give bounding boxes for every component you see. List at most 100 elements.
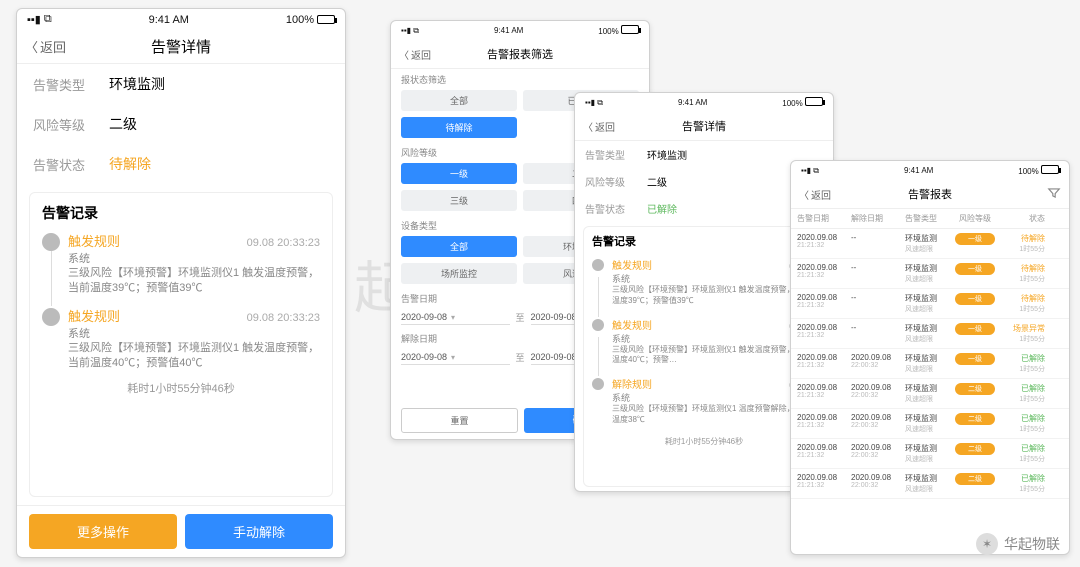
reset-button[interactable]: 重置	[401, 408, 518, 433]
th-status: 状态	[995, 213, 1045, 224]
risk-label: 风险等级	[33, 115, 97, 134]
rule-source: 系统	[612, 272, 816, 285]
rule-desc: 三级风险【环境预警】环境监测仪1 温度预警解除，当前温度38℃	[612, 404, 816, 426]
page-title: 告警报表	[908, 186, 952, 202]
table-row[interactable]: 2020.09.0821:21:32--环境监测风速超限一级场景异常1时55分	[791, 319, 1069, 349]
date-text: 2020-09-08	[401, 352, 447, 362]
record-item[interactable]: 解除规则09.08 2系统三级风险【环境预警】环境监测仪1 温度预警解除，当前温…	[592, 376, 816, 426]
manual-resolve-button[interactable]: 手动解除	[185, 514, 333, 549]
status-bar: ▪▪▮ ⧉9:41 AM100%	[391, 21, 649, 40]
chevron-down-icon: ▾	[451, 313, 455, 322]
chevron-left-icon: 〈	[799, 187, 809, 202]
chevron-down-icon: ▾	[451, 353, 455, 362]
table-row[interactable]: 2020.09.0821:21:32--环境监测风速超限一级待解除1时55分	[791, 229, 1069, 259]
rule-source: 系统	[612, 391, 816, 404]
table-row[interactable]: 2020.09.0821:21:32--环境监测风速超限一级待解除1时55分	[791, 259, 1069, 289]
th-type: 告警类型	[905, 213, 955, 224]
back-button[interactable]: 〈返回	[25, 37, 66, 56]
battery-pct: 100%	[598, 27, 618, 36]
status-time: 9:41 AM	[678, 98, 707, 107]
filter-button[interactable]	[1047, 186, 1061, 202]
table-row[interactable]: 2020.09.0821:21:322020.09.0822:00:32环境监测…	[791, 379, 1069, 409]
back-label: 返回	[811, 187, 831, 202]
rule-name: 触发规则	[68, 306, 120, 325]
status-value: 已解除	[647, 201, 677, 216]
table-body: 2020.09.0821:21:32--环境监测风速超限一级待解除1时55分20…	[791, 229, 1069, 499]
to-label: 至	[510, 311, 531, 324]
signal-icon: ▪▪▮	[27, 13, 41, 26]
alert-date-from[interactable]: 2020-09-08 ▾	[401, 310, 510, 325]
date-text: 2020-09-08	[531, 352, 577, 362]
status-time: 9:41 AM	[904, 166, 933, 175]
battery-pct: 100%	[286, 14, 314, 26]
seg-pending[interactable]: 待解除	[401, 117, 517, 138]
risk-value: 二级	[109, 114, 137, 134]
chevron-left-icon: 〈	[399, 47, 409, 62]
records-title: 告警记录	[42, 203, 320, 223]
status-bar: ▪▪▮ ⧉9:41 AM100%	[791, 161, 1069, 180]
phone-alert-detail-pending: ▪▪▮ ⧉ 9:41 AM 100% 〈返回 告警详情 告警类型环境监测 风险等…	[16, 8, 346, 558]
th-release: 解除日期	[851, 213, 905, 224]
status-time: 9:41 AM	[149, 14, 189, 26]
back-label: 返回	[411, 47, 431, 62]
record-item[interactable]: 触发规则 09.08 20:33:23 系统 三级风险【环境预警】环境监测仪1 触…	[42, 306, 320, 371]
battery-icon	[317, 15, 335, 24]
table-row[interactable]: 2020.09.0821:21:32--环境监测风速超限一级待解除1时55分	[791, 289, 1069, 319]
timeline-dot-icon	[592, 259, 604, 271]
seg-all[interactable]: 全部	[401, 90, 517, 111]
table-row[interactable]: 2020.09.0821:21:322020.09.0822:00:32环境监测…	[791, 349, 1069, 379]
nav-bar: 〈返回 告警详情	[17, 30, 345, 64]
battery-icon	[1041, 165, 1059, 174]
table-row[interactable]: 2020.09.0821:21:322020.09.0822:00:32环境监测…	[791, 409, 1069, 439]
rule-time: 09.08 20:33:23	[247, 237, 320, 249]
page-title: 告警报表筛选	[487, 46, 553, 62]
timeline-dot-icon	[592, 319, 604, 331]
records-title: 告警记录	[592, 233, 816, 249]
rule-source: 系统	[68, 325, 320, 341]
type-scene[interactable]: 场所监控	[401, 263, 517, 284]
battery-icon	[805, 97, 823, 106]
battery-pct: 100%	[1018, 167, 1038, 176]
elapsed-text: 耗时1小时55分钟46秒	[592, 436, 816, 447]
date-text: 2020-09-08	[401, 312, 447, 322]
rule-source: 系统	[612, 332, 816, 345]
risk-label: 风险等级	[585, 174, 635, 189]
type-value: 环境监测	[647, 147, 687, 162]
status-label: 告警状态	[33, 155, 97, 174]
rule-desc: 三级风险【环境预警】环境监测仪1 触发温度预警，当前温度39℃；预警值39℃	[68, 266, 320, 296]
table-row[interactable]: 2020.09.0821:21:322020.09.0822:00:32环境监测…	[791, 469, 1069, 499]
timeline-dot-icon	[592, 378, 604, 390]
release-date-from[interactable]: 2020-09-08 ▾	[401, 350, 510, 365]
rule-name: 触发规则	[612, 257, 652, 272]
risk-1[interactable]: 一级	[401, 163, 517, 184]
status-label: 告警状态	[585, 201, 635, 216]
th-date: 告警日期	[797, 213, 851, 224]
table-header: 告警日期 解除日期 告警类型 风险等级 状态	[791, 209, 1069, 229]
record-item[interactable]: 触发规则09.08 2系统三级风险【环境预警】环境监测仪1 触发温度预警，当前温…	[592, 317, 816, 367]
back-button[interactable]: 〈返回	[799, 187, 831, 202]
back-button[interactable]: 〈返回	[583, 119, 615, 134]
chevron-left-icon: 〈	[25, 37, 38, 56]
page-title: 告警详情	[682, 118, 726, 134]
wechat-badge: ✶ 华起物联	[976, 533, 1060, 555]
type-all[interactable]: 全部	[401, 236, 517, 257]
table-row[interactable]: 2020.09.0821:21:322020.09.0822:00:32环境监测…	[791, 439, 1069, 469]
status-time: 9:41 AM	[494, 26, 523, 35]
back-button[interactable]: 〈返回	[399, 47, 431, 62]
wechat-icon: ✶	[976, 533, 998, 555]
wifi-icon: ⧉	[44, 13, 52, 26]
rule-name: 解除规则	[612, 376, 652, 391]
risk-value: 二级	[647, 174, 667, 189]
rule-desc: 三级风险【环境预警】环境监测仪1 触发温度预警，当前温度40℃；预警值40℃	[68, 341, 320, 371]
rule-desc: 三级风险【环境预警】环境监测仪1 触发温度预警，当前温度40℃；预警…	[612, 345, 816, 367]
date-text: 2020-09-08	[531, 312, 577, 322]
chevron-left-icon: 〈	[583, 119, 593, 134]
risk-3[interactable]: 三级	[401, 190, 517, 211]
record-item[interactable]: 触发规则09.08 2系统三级风险【环境预警】环境监测仪1 触发温度预警，当前温…	[592, 257, 816, 307]
battery-icon	[621, 25, 639, 34]
records-card: 告警记录 触发规则 09.08 20:33:23 系统 三级风险【环境预警】环境监…	[29, 192, 333, 497]
timeline-dot-icon	[42, 233, 60, 251]
record-item[interactable]: 触发规则09.08 20:33:23 系统 三级风险【环境预警】环境监测仪1 触…	[42, 231, 320, 296]
rule-time: 09.08 20:33:23	[247, 312, 320, 324]
more-actions-button[interactable]: 更多操作	[29, 514, 177, 549]
